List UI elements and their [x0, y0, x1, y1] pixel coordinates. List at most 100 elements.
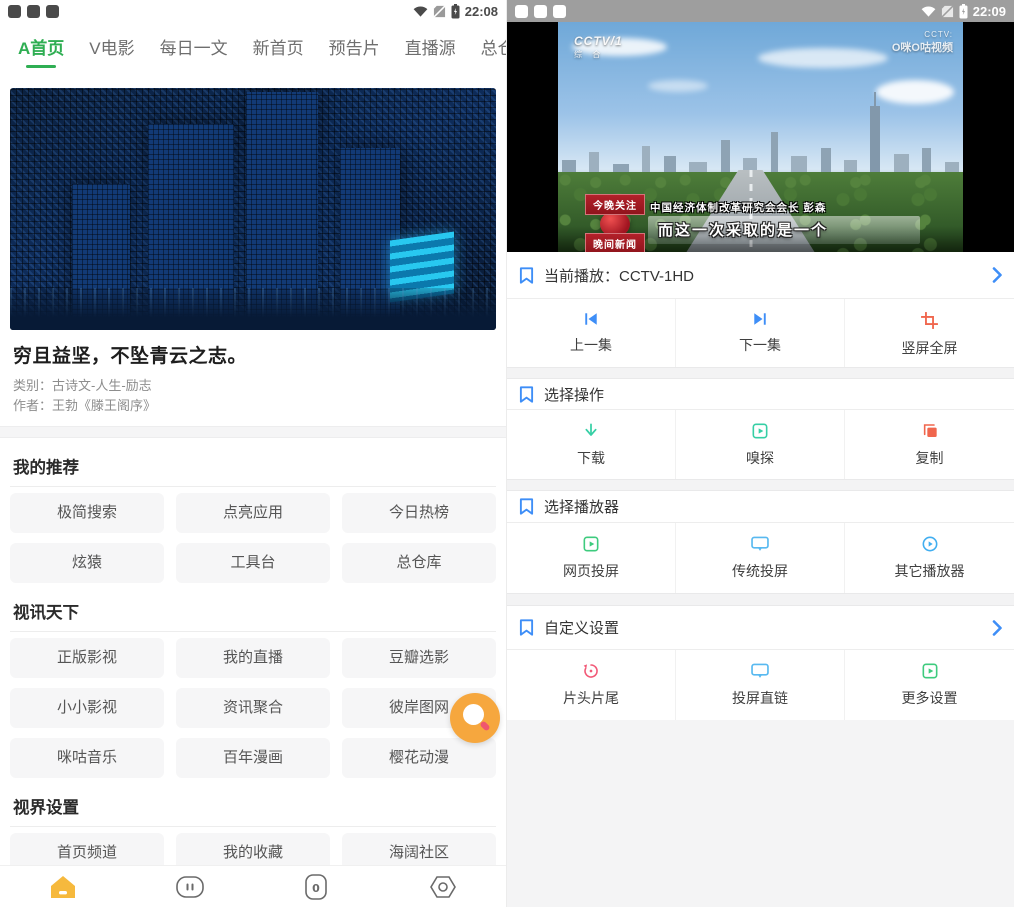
- other-player-icon: [922, 536, 938, 552]
- group-title: 自定义设置: [544, 617, 619, 638]
- search-fab[interactable]: [450, 693, 500, 743]
- tab-main-repo[interactable]: 总仓库: [481, 34, 507, 59]
- download-icon: [583, 423, 599, 439]
- shortcut-hot-today[interactable]: 今日热榜: [342, 493, 496, 533]
- tab-label: 每日一文: [160, 39, 228, 58]
- shortcut-migu-music[interactable]: 咪咕音乐: [10, 738, 164, 778]
- copy-button[interactable]: 复制: [845, 410, 1014, 479]
- search-icon-handle: [479, 720, 490, 731]
- cast-link-button[interactable]: 投屏直链: [676, 650, 845, 720]
- tab-bar: A首页 V电影 每日一文 新首页 预告片 直播源 总仓库: [0, 22, 506, 70]
- shortcut-toolbox[interactable]: 工具台: [176, 543, 330, 583]
- tab-trailers[interactable]: 预告片: [329, 34, 380, 59]
- video-player[interactable]: CCTV/1 综 合 CCTV: O咪O咕视频 今晚关注 晚间新闻 中国经济体制…: [507, 22, 1014, 252]
- badge-evening-news: 晚间新闻: [585, 233, 645, 252]
- bookmark-icon: [519, 267, 534, 284]
- now-playing-row[interactable]: 当前播放：CCTV-1HD: [507, 252, 1014, 299]
- prev-episode-button[interactable]: 上一集: [507, 299, 676, 367]
- hero-image[interactable]: [10, 88, 496, 330]
- shortcut-xiaoxiao-video[interactable]: 小小影视: [10, 688, 164, 728]
- caption-subtitle: 而这一次采取的是一个: [648, 216, 920, 244]
- battery-charging-icon: [959, 4, 968, 19]
- portrait-fullscreen-button[interactable]: 竖屏全屏: [845, 299, 1014, 367]
- notification-icon: [27, 5, 40, 18]
- chevron-right-icon: [992, 267, 1002, 283]
- custom-settings-row: 片头片尾 投屏直链 更多设置: [507, 650, 1014, 720]
- web-cast-button[interactable]: 网页投屏: [507, 523, 676, 593]
- battery-charging-icon: [451, 4, 460, 19]
- more-settings-button[interactable]: 更多设置: [845, 650, 1014, 720]
- shortcut-sakura-anime[interactable]: 樱花动漫: [342, 738, 496, 778]
- screen-cast-icon: [751, 536, 769, 552]
- shortcut-century-comics[interactable]: 百年漫画: [176, 738, 330, 778]
- copy-icon: [922, 423, 938, 439]
- section-divider: [507, 367, 1014, 379]
- select-action-row: 下载 嗅探 复制: [507, 410, 1014, 479]
- tab-a-home[interactable]: A首页: [18, 34, 64, 59]
- group-title: 选择播放器: [544, 496, 619, 517]
- section-my-recommend: 我的推荐 极简搜索 点亮应用 今日热榜 炫猿 工具台 总仓库: [0, 454, 506, 583]
- clock-text: 22:08: [465, 4, 498, 19]
- no-sim-icon: [433, 5, 446, 18]
- hero-floor: [10, 288, 496, 330]
- now-playing-label: 当前播放：CCTV-1HD: [544, 265, 694, 286]
- tab-daily-article[interactable]: 每日一文: [160, 34, 228, 59]
- notification-icon: [553, 5, 566, 18]
- sniff-play-icon: [752, 423, 768, 439]
- sniff-button[interactable]: 嗅探: [676, 410, 845, 479]
- section-title: 我的推荐: [13, 454, 493, 478]
- crop-fullscreen-icon: [921, 312, 938, 329]
- active-tab-underline: [26, 65, 56, 68]
- empty-area: [507, 720, 1014, 907]
- skip-intro-icon: [583, 663, 599, 679]
- select-player-row: 网页投屏 传统投屏 其它播放器: [507, 523, 1014, 593]
- status-bar-right: 22:09: [507, 0, 1014, 22]
- tab-live-sources[interactable]: 直播源: [405, 34, 456, 59]
- shortcut-news-aggregate[interactable]: 资讯聚合: [176, 688, 330, 728]
- migu-watermark: CCTV: O咪O咕视频: [892, 30, 953, 55]
- badge-tonight-focus: 今晚关注: [585, 194, 645, 215]
- nav-zero-button[interactable]: 0: [253, 866, 380, 907]
- daily-article-card[interactable]: 穷且益坚，不坠青云之志。 类别：古诗文-人生-励志 作者：王勃《滕王阁序》: [0, 88, 506, 416]
- shortcut-my-live[interactable]: 我的直播: [176, 638, 330, 678]
- notification-icon: [534, 5, 547, 18]
- caption-speaker: 中国经济体制改革研究会会长 彭森: [650, 200, 826, 215]
- tab-label: 总仓库: [481, 39, 507, 58]
- shortcut-main-repo[interactable]: 总仓库: [342, 543, 496, 583]
- next-episode-button[interactable]: 下一集: [676, 299, 845, 367]
- other-player-button[interactable]: 其它播放器: [845, 523, 1014, 593]
- tab-v-movie[interactable]: V电影: [89, 34, 134, 59]
- intro-outro-button[interactable]: 片头片尾: [507, 650, 676, 720]
- download-button[interactable]: 下载: [507, 410, 676, 479]
- group-header-custom-settings[interactable]: 自定义设置: [507, 606, 1014, 650]
- clock-text: 22:09: [973, 4, 1006, 19]
- video-frame: CCTV/1 综 合 CCTV: O咪O咕视频 今晚关注 晚间新闻 中国经济体制…: [558, 22, 963, 252]
- channel-logo: CCTV/1 综 合: [574, 34, 623, 60]
- nav-pause-button[interactable]: [127, 866, 254, 907]
- shortcut-light-apps[interactable]: 点亮应用: [176, 493, 330, 533]
- section-view-settings: 视界设置 首页频道 我的收藏 海阔社区: [0, 794, 506, 873]
- section-video-world: 视讯天下 正版影视 我的直播 豆瓣选影 小小影视 资讯聚合 彼岸图网 咪咕音乐 …: [0, 599, 506, 778]
- nav-settings-button[interactable]: [380, 866, 507, 907]
- shortcut-licensed-video[interactable]: 正版影视: [10, 638, 164, 678]
- divider: [10, 826, 496, 827]
- bottom-nav: 0: [0, 865, 506, 907]
- zero-badge-icon: 0: [305, 874, 327, 900]
- notification-icon: [515, 5, 528, 18]
- section-divider: [0, 426, 506, 438]
- shortcut-minimal-search[interactable]: 极简搜索: [10, 493, 164, 533]
- next-episode-icon: [752, 312, 768, 326]
- article-title: 穷且益坚，不坠青云之志。: [13, 344, 493, 370]
- cloud: [758, 48, 888, 68]
- classic-cast-button[interactable]: 传统投屏: [676, 523, 845, 593]
- shortcut-xuanyuan[interactable]: 炫猿: [10, 543, 164, 583]
- web-cast-icon: [583, 536, 599, 552]
- bookmark-icon: [519, 386, 534, 403]
- player-action-row: 上一集 下一集 竖屏全屏: [507, 299, 1014, 367]
- tab-label: 新首页: [253, 39, 304, 58]
- settings-icon: [429, 875, 457, 899]
- tab-new-home[interactable]: 新首页: [253, 34, 304, 59]
- nav-home-button[interactable]: [0, 866, 127, 907]
- group-title: 选择操作: [544, 384, 604, 405]
- shortcut-douban-picks[interactable]: 豆瓣选影: [342, 638, 496, 678]
